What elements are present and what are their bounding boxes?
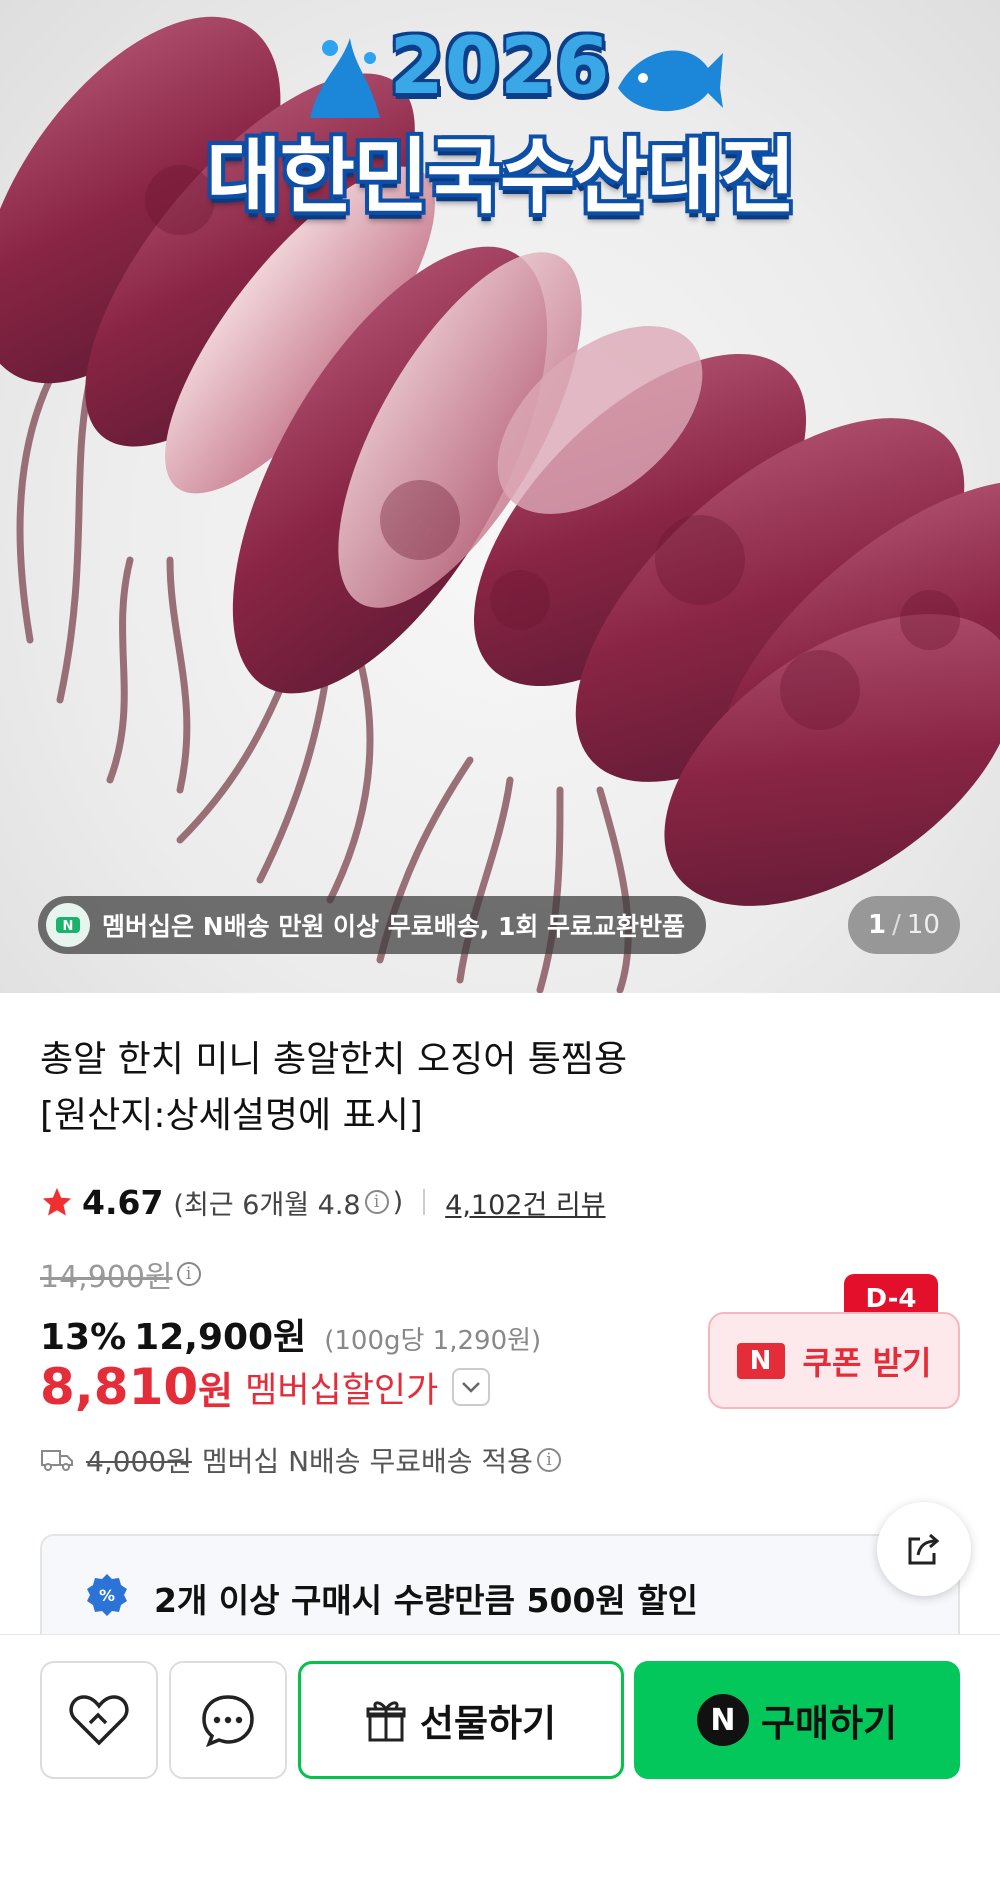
image-counter: 1 / 10 (848, 896, 960, 954)
gift-icon (366, 1701, 406, 1742)
truck-icon (41, 1450, 73, 1471)
naver-pay-icon: N (696, 1694, 749, 1746)
info-icon[interactable]: i (176, 1262, 201, 1286)
shipping-row: 4,000원 멤버십 N배송 무료배송 적용 i (40, 1440, 565, 1480)
original-price: 14,900원 i (40, 1252, 205, 1296)
membership-notice: N 멤버십은 N배송 만원 이상 무료배송, 1회 무료교환반품 (38, 896, 706, 954)
recent-rating: (최근 6개월 4.8 (173, 1189, 361, 1221)
chevron-down-icon[interactable] (452, 1368, 491, 1406)
shipping-text: 멤버십 N배송 무료배송 적용 (201, 1445, 533, 1478)
svg-text:%: % (99, 1586, 115, 1605)
info-icon[interactable]: i (536, 1448, 561, 1472)
image-index: 1 (868, 910, 887, 940)
recent-rating-close: ) (392, 1186, 404, 1218)
membership-notice-text: 멤버십은 N배송 만원 이상 무료배송, 1회 무료교환반품 (102, 912, 686, 941)
product-image-carousel[interactable]: 2026 대한민국수산대전 N 멤버십은 N배송 만원 이상 무료배송, 1회 … (0, 0, 1000, 993)
review-count-link[interactable]: 4,102건 리뷰 (445, 1183, 605, 1222)
sale-price: 12,900원 (134, 1317, 307, 1358)
product-title-line1: 총알 한치 미니 총알한치 오징어 통찜용 (40, 1039, 628, 1080)
event-banner: 2026 대한민국수산대전 (0, 22, 1000, 229)
delivery-badge-icon: N (46, 903, 90, 947)
sale-price-row: 13% 12,900원 (100g당 1,290원) (40, 1308, 541, 1360)
coupon-button[interactable]: N 쿠폰 받기 (708, 1312, 960, 1409)
chat-icon (202, 1695, 254, 1748)
product-title: 총알 한치 미니 총알한치 오징어 통찜용 [원산지:상세설명에 표시] (40, 1032, 740, 1144)
heart-icon (69, 1695, 129, 1746)
buy-button[interactable]: N 구매하기 (634, 1661, 960, 1779)
naver-coupon-icon: N (736, 1342, 785, 1379)
image-sep: / (892, 910, 901, 940)
member-price-won: 원 (198, 1368, 234, 1413)
event-title: 대한민국수산대전 (206, 130, 796, 225)
buy-label: 구매하기 (760, 1702, 898, 1745)
gift-label: 선물하기 (419, 1702, 557, 1745)
share-button[interactable] (877, 1502, 971, 1596)
divider (423, 1189, 426, 1215)
member-price: 8,810 (40, 1358, 199, 1416)
quantity-discount-text: 2개 이상 구매시 수량만큼 500원 할인 (154, 1581, 698, 1620)
star-icon (42, 1187, 72, 1216)
wishlist-button[interactable] (40, 1661, 158, 1779)
coupon-label: 쿠폰 받기 (802, 1343, 932, 1382)
event-year: 2026 (389, 22, 611, 112)
rating-score: 4.67 (82, 1182, 164, 1222)
share-icon (908, 1533, 940, 1565)
unit-price: (100g당 1,290원) (324, 1326, 542, 1356)
gift-button[interactable]: 선물하기 (298, 1661, 624, 1779)
percent-badge-icon: % (87, 1574, 127, 1616)
shipping-old-fee: 4,000원 (86, 1445, 192, 1478)
svg-text:N: N (63, 919, 74, 934)
chat-button[interactable] (169, 1661, 287, 1779)
image-total: 10 (906, 910, 940, 940)
rating-row: 4.67 (최근 6개월 4.8 i ) 4,102건 리뷰 (40, 1178, 606, 1226)
product-title-line2: [원산지:상세설명에 표시] (40, 1095, 423, 1136)
member-price-row: 8,810 원 멤버십할인가 (40, 1358, 491, 1416)
discount-rate: 13% (40, 1317, 127, 1358)
bottom-action-bar: 선물하기 N 구매하기 (0, 1634, 1000, 1890)
original-price-value: 14,900원 (40, 1260, 173, 1295)
info-icon[interactable]: i (364, 1190, 389, 1214)
member-price-label: 멤버십할인가 (245, 1370, 439, 1411)
